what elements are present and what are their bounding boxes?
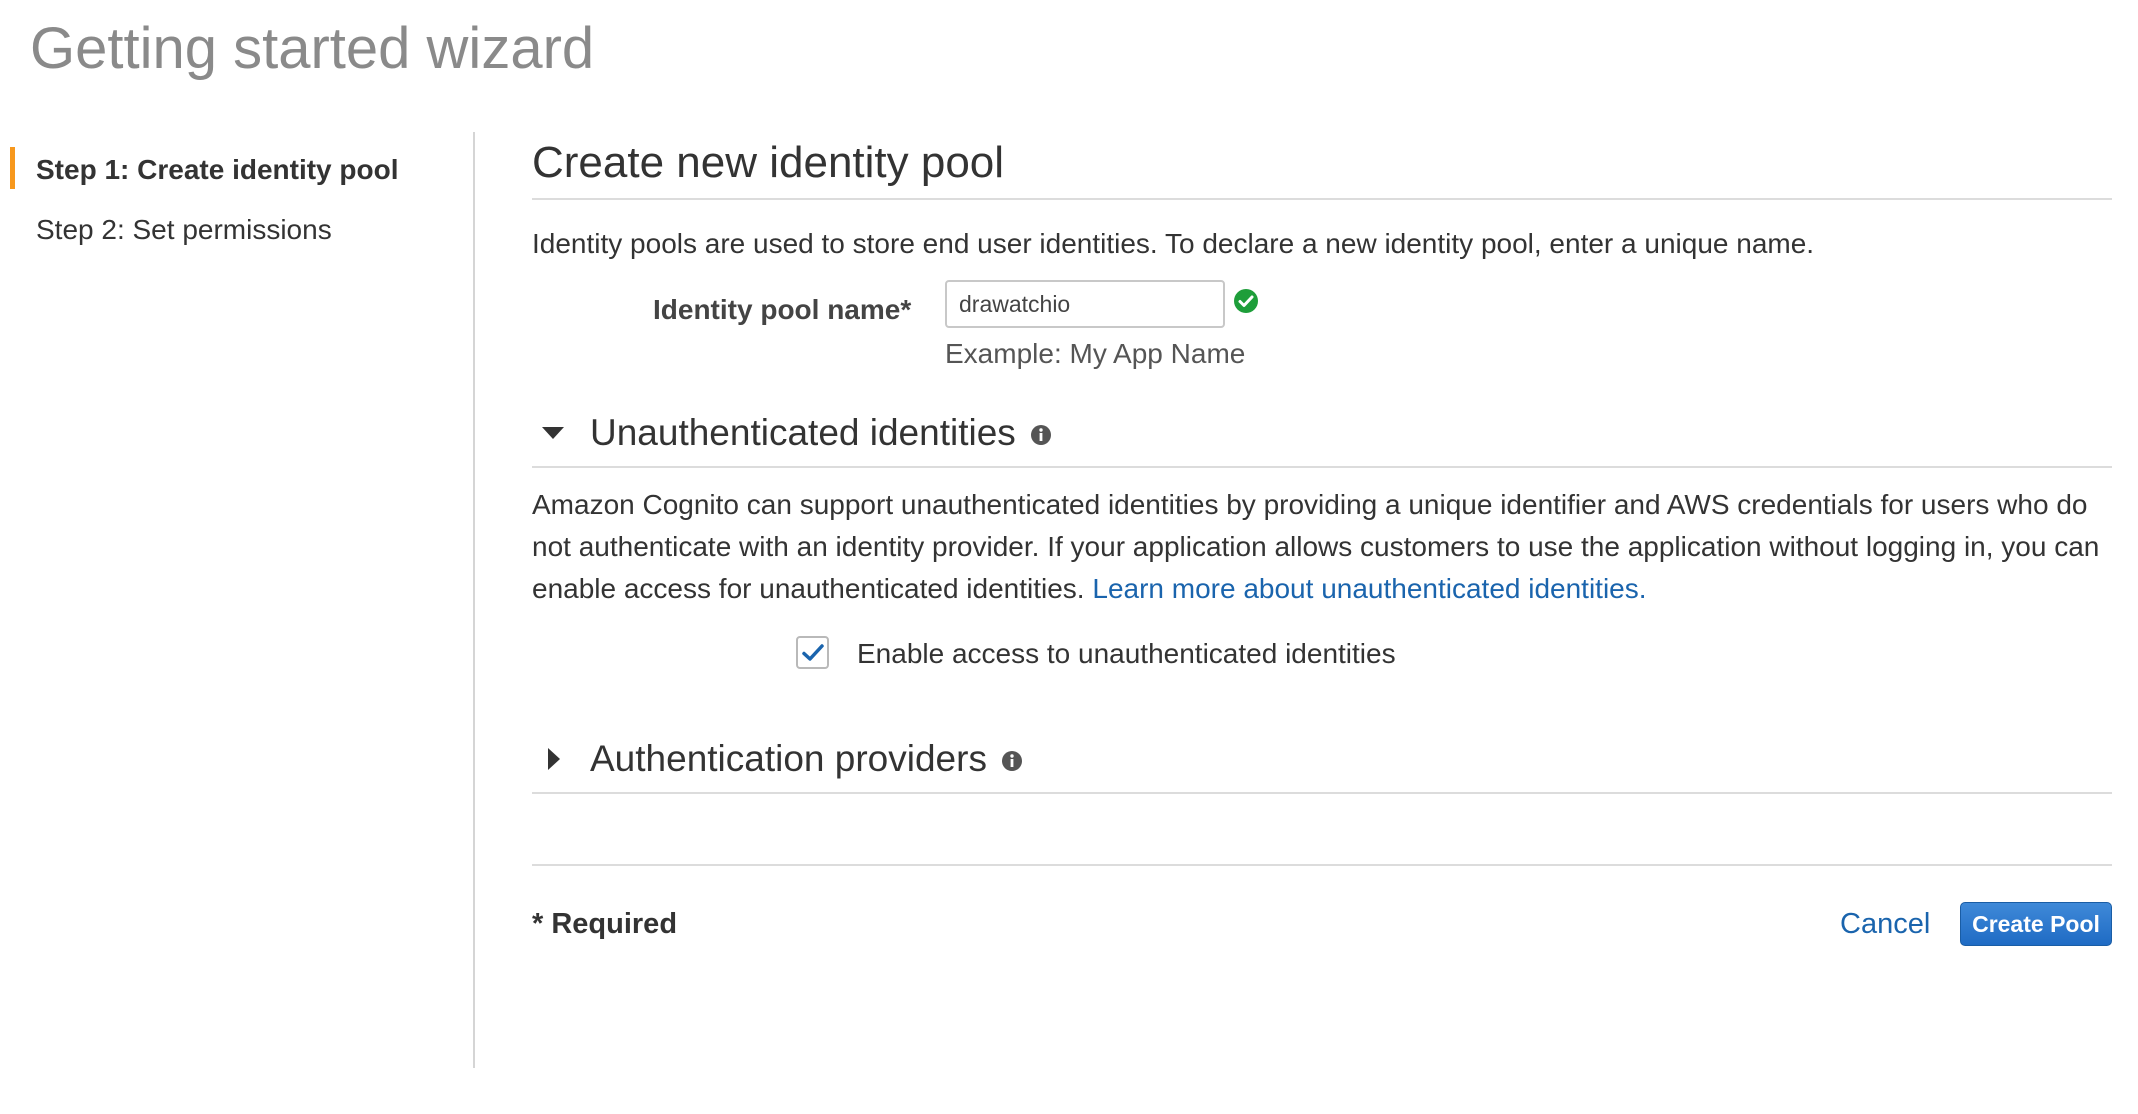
- unauth-section-divider: [532, 466, 2112, 468]
- enable-unauth-label[interactable]: Enable access to unauthenticated identit…: [857, 636, 1396, 672]
- sidebar-step-1[interactable]: Step 1: Create identity pool: [0, 140, 473, 200]
- pool-name-field-row: Identity pool name* Example: My App Name: [532, 280, 2112, 400]
- main-content: Create new identity pool Identity pools …: [532, 128, 2112, 976]
- required-note: * Required: [532, 908, 678, 940]
- intro-text: Identity pools are used to store end use…: [532, 228, 1815, 259]
- check-circle-icon: [1234, 289, 1258, 313]
- title-divider: [532, 198, 2112, 200]
- sidebar-step-2[interactable]: Step 2: Set permissions: [0, 200, 473, 260]
- info-icon[interactable]: [1001, 750, 1023, 772]
- info-icon[interactable]: [1030, 424, 1052, 446]
- checkmark-icon: [802, 644, 824, 661]
- wizard-steps-sidebar: Step 1: Create identity pool Step 2: Set…: [0, 140, 473, 260]
- section-title: Create new identity pool: [532, 138, 1005, 187]
- enable-unauth-checkbox[interactable]: [796, 636, 829, 669]
- unauth-section-toggle[interactable]: Unauthenticated identities: [532, 400, 2112, 466]
- pool-name-label: Identity pool name*: [653, 294, 912, 325]
- form-footer: * Required Cancel Create Pool: [532, 886, 2112, 976]
- footer-divider: [532, 864, 2112, 866]
- auth-providers-toggle[interactable]: Authentication providers: [532, 726, 2112, 792]
- page-title: Getting started wizard: [30, 16, 595, 81]
- unauth-section-title: Unauthenticated identities: [590, 412, 1016, 453]
- enable-unauth-row: Enable access to unauthenticated identit…: [532, 626, 2112, 686]
- unauth-description: Amazon Cognito can support unauthenticat…: [532, 484, 2112, 610]
- auth-providers-divider: [532, 792, 2112, 794]
- cancel-link[interactable]: Cancel: [1840, 908, 1930, 941]
- create-pool-button[interactable]: Create Pool: [1960, 902, 2112, 946]
- caret-right-icon: [548, 748, 560, 770]
- pool-name-hint: Example: My App Name: [945, 338, 1246, 369]
- auth-providers-title: Authentication providers: [590, 738, 987, 779]
- caret-down-icon: [542, 427, 564, 439]
- pool-name-input[interactable]: [945, 280, 1225, 328]
- sidebar-divider: [473, 132, 475, 1068]
- learn-more-link[interactable]: Learn more about unauthenticated identit…: [1092, 573, 1646, 604]
